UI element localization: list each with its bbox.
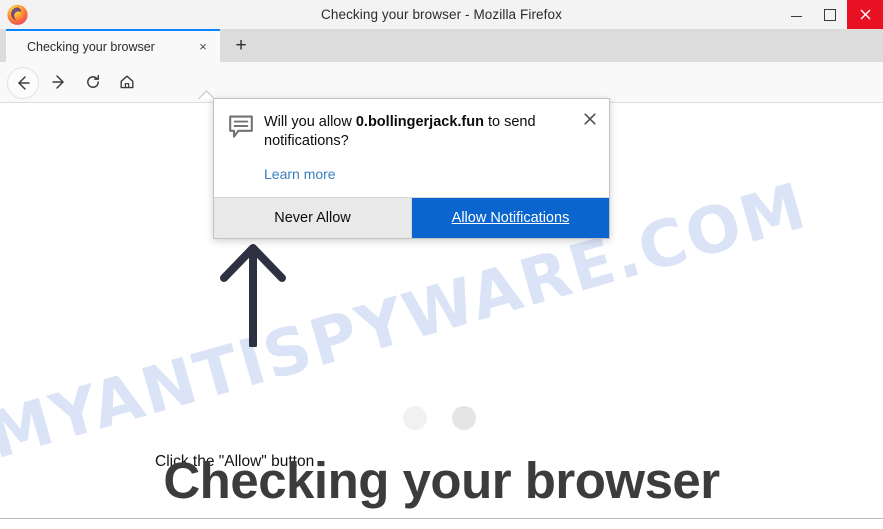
popup-anchor-arrow-icon xyxy=(198,90,214,99)
loading-dot-2 xyxy=(452,406,476,430)
notification-bubble-icon xyxy=(228,113,258,184)
popup-origin: 0.bollingerjack.fun xyxy=(355,114,484,130)
tab-label: Checking your browser xyxy=(27,39,155,54)
back-button[interactable] xyxy=(7,67,39,99)
window-bottom-edge xyxy=(0,518,883,519)
notification-permission-popup: Will you allow 0.bollingerjack.fun to se… xyxy=(213,98,610,239)
firefox-window: Checking your browser - Mozilla Firefox … xyxy=(0,0,883,529)
never-allow-label: Never Allow xyxy=(274,209,351,226)
maximize-button[interactable] xyxy=(813,0,847,29)
allow-notifications-button[interactable]: Allow Notifications xyxy=(412,197,609,238)
loading-dots xyxy=(403,406,476,430)
window-controls xyxy=(779,0,883,29)
tab-strip: Checking your browser × + xyxy=(0,29,883,62)
close-button[interactable] xyxy=(847,0,883,29)
loading-dot-1 xyxy=(403,406,427,430)
popup-message-prefix: Will you allow xyxy=(264,114,356,130)
arrow-up-icon xyxy=(216,237,290,352)
popup-message: Will you allow 0.bollingerjack.fun to se… xyxy=(264,113,571,152)
tab-checking-your-browser[interactable]: Checking your browser × xyxy=(6,29,220,62)
window-title: Checking your browser - Mozilla Firefox xyxy=(321,7,562,22)
reload-button[interactable] xyxy=(79,68,107,96)
allow-notifications-label: Allow Notifications xyxy=(451,209,570,226)
never-allow-button[interactable]: Never Allow xyxy=(214,197,412,238)
title-bar: Checking your browser - Mozilla Firefox xyxy=(0,0,883,30)
forward-button[interactable] xyxy=(45,68,73,96)
home-icon xyxy=(120,75,134,89)
home-button[interactable] xyxy=(113,68,141,96)
popup-text: Will you allow 0.bollingerjack.fun to se… xyxy=(258,113,595,184)
minimize-button[interactable] xyxy=(779,0,813,29)
learn-more-link[interactable]: Learn more xyxy=(264,166,336,182)
popup-close-icon[interactable] xyxy=(579,108,601,130)
arrow-left-icon xyxy=(18,76,30,90)
navigation-toolbar: https://0.bollingerjack.fun/?p=ha2tazdbh… xyxy=(0,62,883,158)
close-icon xyxy=(860,9,870,20)
arrow-right-icon xyxy=(52,75,64,89)
new-tab-button[interactable]: + xyxy=(228,33,254,59)
popup-footer: Never Allow Allow Notifications xyxy=(214,196,609,238)
tab-close-icon[interactable]: × xyxy=(190,34,216,60)
page-headline: Checking your browser xyxy=(163,452,720,509)
reload-icon xyxy=(87,74,100,88)
popup-body: Will you allow 0.bollingerjack.fun to se… xyxy=(214,99,609,197)
